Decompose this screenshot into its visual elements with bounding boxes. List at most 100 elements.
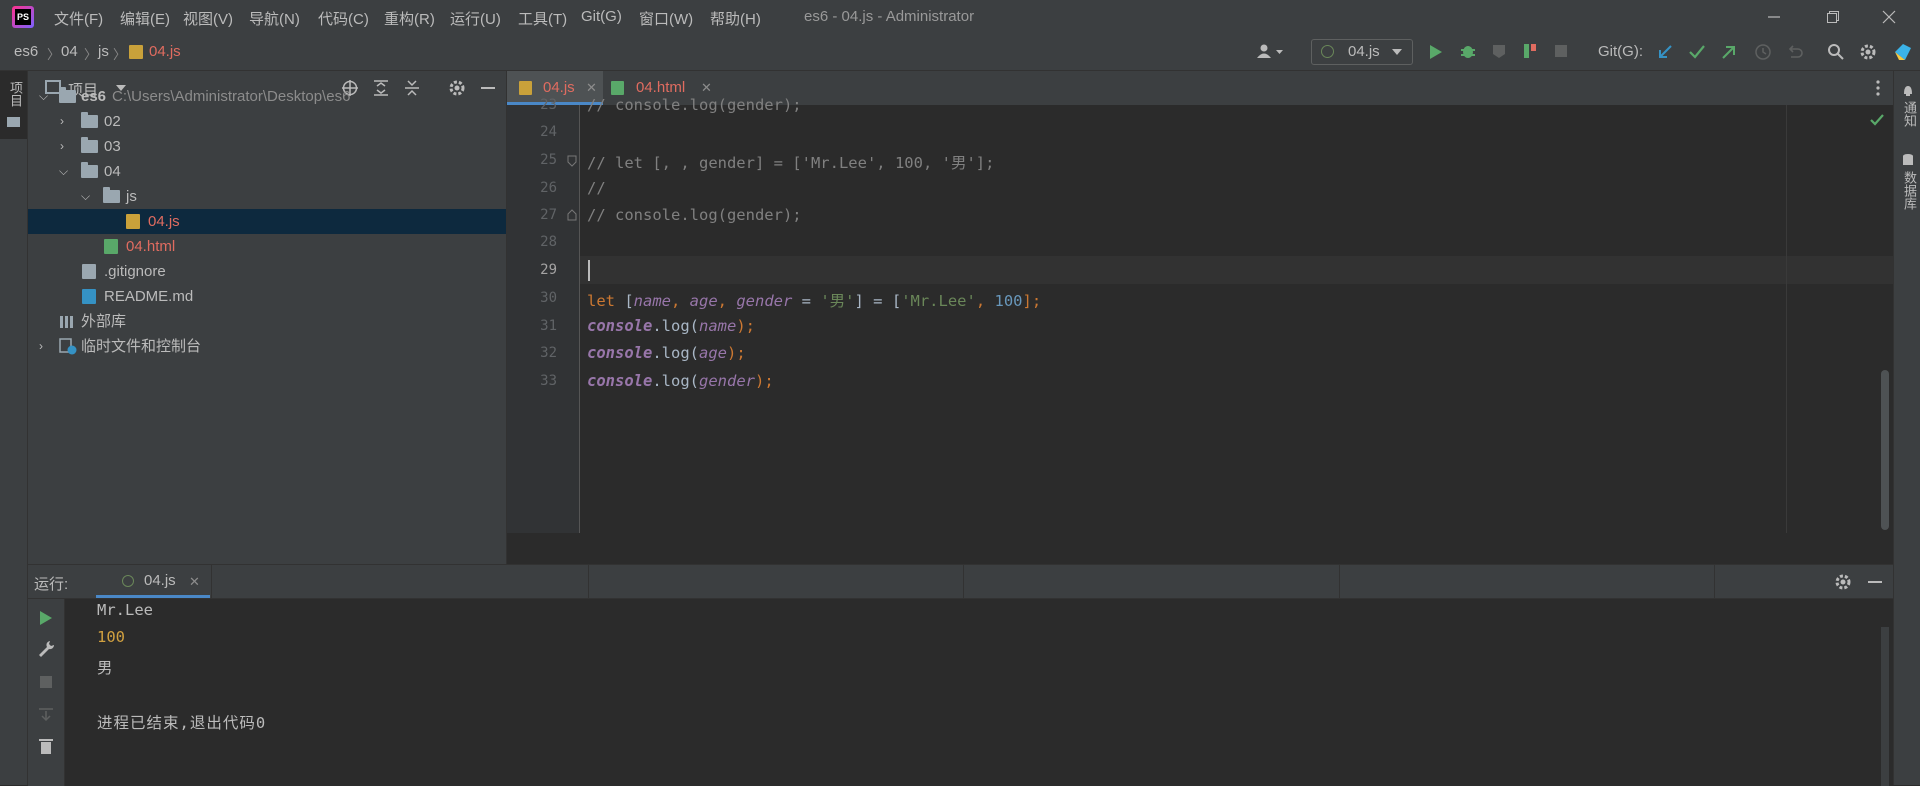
line-number: 28 (540, 234, 557, 250)
folder-name: 04 (104, 163, 121, 180)
fold-marker-icon[interactable] (567, 209, 577, 221)
hide-panel-icon[interactable] (1866, 573, 1884, 591)
menu-refactor[interactable]: 重构(R) (384, 8, 435, 29)
run-tab-label: 04.js (144, 572, 176, 589)
tree-row-03[interactable]: › 03 (28, 134, 506, 159)
more-options-icon[interactable] (1875, 80, 1881, 96)
settings-gear-icon[interactable] (1859, 43, 1877, 61)
divider (211, 565, 212, 598)
divider (1339, 565, 1340, 598)
minimize-button[interactable] (1751, 4, 1797, 30)
scratches-icon (59, 338, 77, 355)
debug-icon[interactable] (1459, 42, 1477, 60)
chevron-down-icon (1392, 49, 1402, 55)
folder-icon (81, 137, 98, 153)
code-line-32: console.log(age); (587, 344, 746, 362)
rerun-icon[interactable] (38, 609, 54, 627)
breadcrumb-04[interactable]: 04 (61, 43, 78, 60)
restore-button[interactable] (1810, 4, 1856, 30)
history-icon[interactable] (1754, 43, 1772, 61)
close-tab-icon[interactable]: ✕ (189, 574, 200, 590)
wrench-icon[interactable] (37, 639, 55, 657)
menu-tools[interactable]: 工具(T) (518, 8, 567, 29)
tree-row-readme[interactable]: README.md (28, 284, 506, 309)
profiler-icon[interactable] (1521, 42, 1539, 60)
line-number: 23 (540, 97, 557, 113)
line-number: 26 (540, 180, 557, 196)
tree-row-scratches[interactable]: › 临时文件和控制台 (28, 334, 506, 359)
folder-icon (7, 117, 20, 127)
library-name: 外部库 (81, 313, 127, 330)
settings-gear-icon[interactable] (1834, 573, 1852, 591)
tree-row-02[interactable]: › 02 (28, 109, 506, 134)
menu-window[interactable]: 窗口(W) (639, 8, 693, 29)
project-panel: 项目 ⌵ es6 C:\Users\Administrator\Desktop\… (28, 71, 507, 564)
chevron-down-icon: ⌵ (81, 189, 91, 203)
text-caret (588, 260, 590, 281)
line-number-current: 29 (540, 262, 557, 278)
tree-row-04html[interactable]: 04.html (28, 234, 506, 259)
git-push-icon[interactable] (1720, 43, 1738, 61)
line-number: 24 (540, 124, 557, 140)
project-tool-label: 项目 (8, 81, 23, 107)
vcs-user-icon[interactable] (1256, 43, 1284, 61)
breadcrumb-04js[interactable]: 04.js (149, 43, 181, 60)
run-panel-header: 运行: 04.js ✕ (28, 565, 1893, 599)
stop-icon[interactable] (1554, 44, 1568, 58)
menu-git[interactable]: Git(G) (581, 8, 622, 25)
run-icon[interactable] (1428, 43, 1444, 61)
project-tool-tab[interactable]: 项目 (0, 71, 27, 139)
run-tab-04js[interactable]: 04.js ✕ (96, 565, 210, 598)
scratches-name: 临时文件和控制台 (81, 338, 202, 355)
run-toolbar (28, 599, 65, 786)
menu-run[interactable]: 运行(U) (450, 8, 501, 29)
nodejs-icon (1321, 45, 1334, 58)
minimize-icon (1768, 16, 1780, 18)
divider (1714, 565, 1715, 598)
menu-help[interactable]: 帮助(H) (710, 8, 761, 29)
menu-view[interactable]: 视图(V) (183, 8, 233, 29)
file-name: README.md (104, 288, 194, 305)
search-icon[interactable] (1827, 43, 1845, 61)
notifications-tool-tab[interactable]: 通知 (1900, 101, 1919, 127)
trash-icon[interactable] (38, 737, 54, 755)
editor-scrollbar[interactable] (1881, 370, 1889, 530)
folder-icon (59, 87, 76, 103)
coverage-icon[interactable] (1490, 42, 1508, 60)
stop-icon[interactable] (39, 675, 53, 689)
process-exit-message: 进程已结束,退出代码0 (97, 714, 267, 732)
tree-row-external-libraries[interactable]: 外部库 (28, 309, 506, 334)
chevron-right-icon: › (60, 139, 64, 153)
breadcrumb-es6[interactable]: es6 (14, 43, 38, 60)
close-window-button[interactable] (1866, 4, 1912, 30)
scroll-to-end-icon[interactable] (37, 705, 55, 723)
menu-navigate[interactable]: 导航(N) (249, 8, 300, 29)
code-line-23: // console.log(gender); (587, 96, 802, 114)
git-update-icon[interactable] (1656, 43, 1674, 61)
jetbrains-toolbox-icon[interactable] (1893, 42, 1913, 62)
code-editor[interactable]: 23 24 25 26 27 28 29 30 31 32 33 // cons… (507, 96, 1893, 564)
menu-edit[interactable]: 编辑(E) (120, 8, 170, 29)
tree-row-04js[interactable]: 04.js (28, 209, 506, 234)
html-file-icon (611, 81, 624, 95)
console-scrollbar[interactable] (1881, 627, 1889, 786)
close-icon (1882, 10, 1896, 24)
menu-file[interactable]: 文件(F) (54, 8, 103, 29)
breadcrumb-js[interactable]: js (98, 43, 109, 60)
phpstorm-logo-icon: PS (12, 6, 34, 28)
tree-row-gitignore[interactable]: .gitignore (28, 259, 506, 284)
fold-marker-icon[interactable] (567, 155, 577, 167)
rollback-icon[interactable] (1786, 43, 1804, 61)
folder-name: 03 (104, 138, 121, 155)
chevron-right-icon: › (39, 339, 43, 353)
database-tool-tab[interactable]: 数据库 (1900, 171, 1919, 210)
run-config-selector[interactable]: 04.js (1311, 39, 1413, 65)
menu-code[interactable]: 代码(C) (318, 8, 369, 29)
tree-row-js[interactable]: ⌵ js (28, 184, 506, 209)
tree-row-04[interactable]: ⌵ 04 (28, 159, 506, 184)
tree-row-root[interactable]: ⌵ es6 C:\Users\Administrator\Desktop\es6 (28, 84, 506, 109)
git-commit-icon[interactable] (1688, 43, 1706, 61)
no-problems-check-icon[interactable] (1869, 113, 1885, 127)
line-number: 30 (540, 290, 557, 306)
chevron-down-icon: ⌵ (39, 89, 49, 103)
